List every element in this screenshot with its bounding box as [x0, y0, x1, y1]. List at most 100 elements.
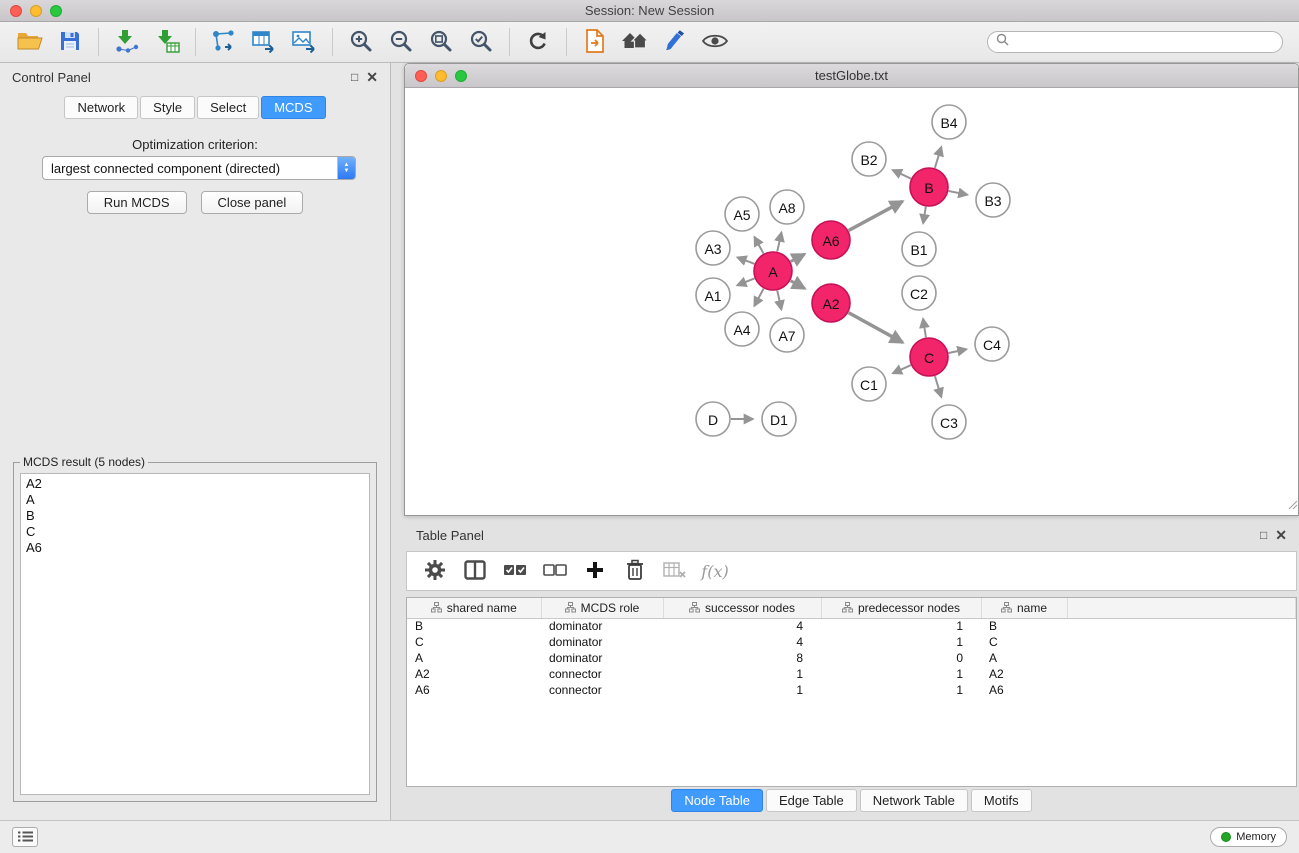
graph-edge-A-A7[interactable] [777, 291, 781, 310]
table-row[interactable]: Bdominator41B [407, 618, 1296, 634]
graph-edge-B-B2[interactable] [893, 170, 911, 179]
column-header-mcds-role[interactable]: MCDS role [541, 598, 663, 618]
graph-node-B[interactable]: B [910, 168, 948, 206]
close-panel-icon[interactable]: ✕ [366, 70, 378, 84]
graph-node-D1[interactable]: D1 [762, 402, 796, 436]
graph-edge-C-C3[interactable] [935, 376, 941, 397]
table-cell[interactable]: connector [541, 682, 663, 698]
zoom-selected-button[interactable] [461, 25, 501, 59]
table-settings-button[interactable] [417, 555, 453, 587]
mcds-result-item[interactable]: A6 [21, 540, 369, 556]
graph-node-C3[interactable]: C3 [932, 405, 966, 439]
delete-column-button[interactable] [617, 555, 653, 587]
tab-edge-table[interactable]: Edge Table [766, 789, 857, 812]
close-table-panel-icon[interactable]: ✕ [1275, 528, 1287, 542]
table-cell[interactable]: 1 [821, 666, 981, 682]
graph-node-A5[interactable]: A5 [725, 197, 759, 231]
graph-edge-C-C1[interactable] [893, 365, 911, 373]
zoom-fit-button[interactable] [421, 25, 461, 59]
tab-select[interactable]: Select [197, 96, 259, 119]
network-graph[interactable]: B4B2BB3A5A8A6B1A3AC2A1A2A4A7C4CC1C3DD1 [405, 88, 1298, 515]
criterion-dropdown[interactable]: largest connected component (directed) ▲… [42, 156, 356, 180]
graph-edge-C-C2[interactable] [923, 319, 926, 338]
table-row[interactable]: A2connector11A2 [407, 666, 1296, 682]
tab-mcds[interactable]: MCDS [261, 96, 325, 119]
add-column-button[interactable] [577, 555, 613, 587]
table-cell[interactable]: 8 [663, 650, 821, 666]
network-canvas[interactable]: B4B2BB3A5A8A6B1A3AC2A1A2A4A7C4CC1C3DD1 [405, 88, 1298, 515]
save-session-button[interactable] [50, 25, 90, 59]
table-row[interactable]: Cdominator41C [407, 634, 1296, 650]
style-brush-button[interactable] [655, 25, 695, 59]
export-network-button[interactable] [204, 25, 244, 59]
search-input[interactable] [1014, 35, 1274, 49]
table-cell[interactable]: 1 [663, 682, 821, 698]
run-mcds-button[interactable]: Run MCDS [87, 191, 187, 214]
tab-motifs[interactable]: Motifs [971, 789, 1032, 812]
graph-node-A[interactable]: A [754, 252, 792, 290]
export-image-button[interactable] [284, 25, 324, 59]
graph-node-A1[interactable]: A1 [696, 278, 730, 312]
table-cell[interactable]: 4 [663, 618, 821, 634]
graph-edge-A-A6[interactable] [791, 254, 805, 261]
graph-edge-B-B4[interactable] [935, 147, 941, 168]
column-header-successor-nodes[interactable]: successor nodes [663, 598, 821, 618]
graph-node-C2[interactable]: C2 [902, 276, 936, 310]
table-cell[interactable]: B [407, 618, 541, 634]
graph-node-B1[interactable]: B1 [902, 232, 936, 266]
graph-node-A2[interactable]: A2 [812, 284, 850, 322]
zoom-in-button[interactable] [341, 25, 381, 59]
graph-node-A6[interactable]: A6 [812, 221, 850, 259]
column-header-predecessor-nodes[interactable]: predecessor nodes [821, 598, 981, 618]
table-cell[interactable]: B [981, 618, 1067, 634]
search-field[interactable] [987, 31, 1283, 53]
table-row[interactable]: A6connector11A6 [407, 682, 1296, 698]
table-cell[interactable]: 1 [821, 618, 981, 634]
tab-style[interactable]: Style [140, 96, 195, 119]
table-cell[interactable]: 1 [821, 682, 981, 698]
graph-edge-A-A8[interactable] [777, 232, 781, 251]
column-header-name[interactable]: name [981, 598, 1067, 618]
table-cell[interactable]: 4 [663, 634, 821, 650]
graph-edge-A-A2[interactable] [791, 281, 805, 289]
table-cell[interactable]: A2 [407, 666, 541, 682]
table-cell[interactable]: 1 [663, 666, 821, 682]
column-header-shared-name[interactable]: shared name [407, 598, 541, 618]
table-cell[interactable]: dominator [541, 618, 663, 634]
graph-node-C1[interactable]: C1 [852, 367, 886, 401]
graph-edge-A2-C[interactable] [849, 313, 903, 343]
graph-node-C4[interactable]: C4 [975, 327, 1009, 361]
table-cell[interactable]: A6 [981, 682, 1067, 698]
deselect-all-button[interactable] [537, 555, 573, 587]
table-cell[interactable]: C [981, 634, 1067, 650]
tab-node-table[interactable]: Node Table [671, 789, 763, 812]
mcds-result-item[interactable]: A2 [21, 476, 369, 492]
home-view-button[interactable] [615, 25, 655, 59]
table-cell[interactable]: dominator [541, 650, 663, 666]
import-network-button[interactable] [107, 25, 147, 59]
table-cell[interactable]: 1 [821, 634, 981, 650]
graph-node-C[interactable]: C [910, 338, 948, 376]
graph-edge-A6-B[interactable] [849, 201, 903, 230]
delete-table-button[interactable] [657, 555, 693, 587]
show-hide-button[interactable] [695, 25, 735, 59]
table-cell[interactable]: dominator [541, 634, 663, 650]
graph-edge-B-B3[interactable] [949, 191, 968, 195]
table-cell[interactable]: A [981, 650, 1067, 666]
open-session-button[interactable] [10, 25, 50, 59]
table-cell[interactable]: C [407, 634, 541, 650]
open-file-button[interactable] [575, 25, 615, 59]
zoom-out-button[interactable] [381, 25, 421, 59]
table-cell[interactable]: A6 [407, 682, 541, 698]
graph-edge-A-A5[interactable] [754, 237, 763, 254]
tab-network[interactable]: Network [64, 96, 138, 119]
table-row[interactable]: Adominator80A [407, 650, 1296, 666]
graph-node-A7[interactable]: A7 [770, 318, 804, 352]
mcds-result-item[interactable]: A [21, 492, 369, 508]
close-mcds-panel-button[interactable]: Close panel [201, 191, 304, 214]
apply-layout-button[interactable] [518, 25, 558, 59]
graph-edge-C-C4[interactable] [949, 349, 967, 353]
graph-edge-A-A1[interactable] [737, 278, 754, 285]
export-table-button[interactable] [244, 25, 284, 59]
show-columns-button[interactable] [457, 555, 493, 587]
